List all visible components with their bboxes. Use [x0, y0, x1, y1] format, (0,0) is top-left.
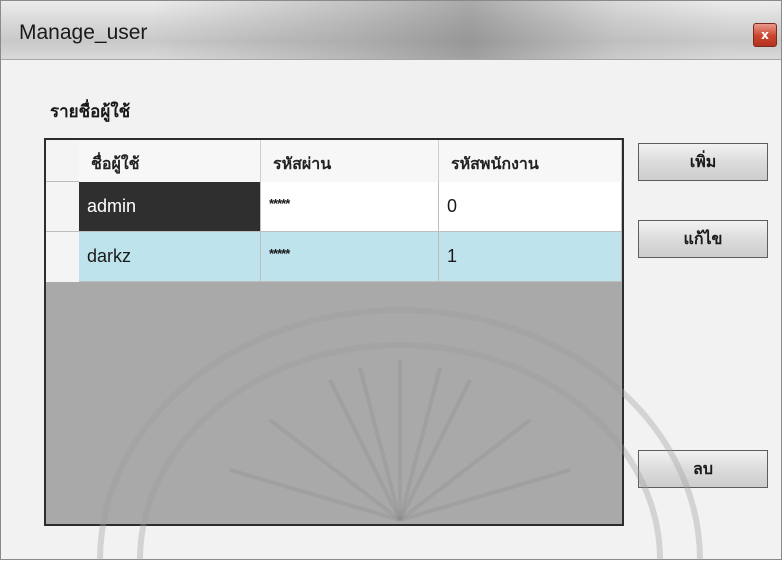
delete-button[interactable]: ลบ: [638, 450, 768, 488]
title-bar[interactable]: Manage_user x: [1, 1, 781, 60]
edit-button[interactable]: แก้ไข: [638, 220, 768, 258]
column-header-username[interactable]: ชื่อผู้ใช้: [79, 140, 261, 182]
window-title: Manage_user: [19, 21, 148, 44]
close-icon: x: [761, 28, 769, 42]
table-row[interactable]: admin ***** 0: [79, 182, 622, 232]
row-header-1[interactable]: [46, 182, 79, 232]
cell-username[interactable]: admin: [79, 182, 261, 232]
cell-username[interactable]: darkz: [79, 232, 261, 282]
add-button[interactable]: เพิ่ม: [638, 143, 768, 181]
cell-employee-id[interactable]: 0: [439, 182, 622, 232]
column-header-password[interactable]: รหัสผ่าน: [261, 140, 439, 182]
table-row[interactable]: darkz ***** 1: [79, 232, 622, 282]
column-header-employee-id[interactable]: รหัสพนักงาน: [439, 140, 622, 182]
row-header-column: [46, 140, 80, 282]
row-header-2[interactable]: [46, 232, 79, 282]
cell-password[interactable]: *****: [261, 182, 439, 232]
cell-password[interactable]: *****: [261, 232, 439, 282]
users-datagrid[interactable]: ชื่อผู้ใช้ รหัสผ่าน รหัสพนักงาน admin **…: [44, 138, 624, 526]
column-header-row: ชื่อผู้ใช้ รหัสผ่าน รหัสพนักงาน: [79, 140, 622, 183]
close-button[interactable]: x: [753, 23, 777, 47]
cell-employee-id[interactable]: 1: [439, 232, 622, 282]
row-header-corner: [46, 140, 79, 182]
user-list-label: รายชื่อผู้ใช้: [50, 102, 131, 122]
